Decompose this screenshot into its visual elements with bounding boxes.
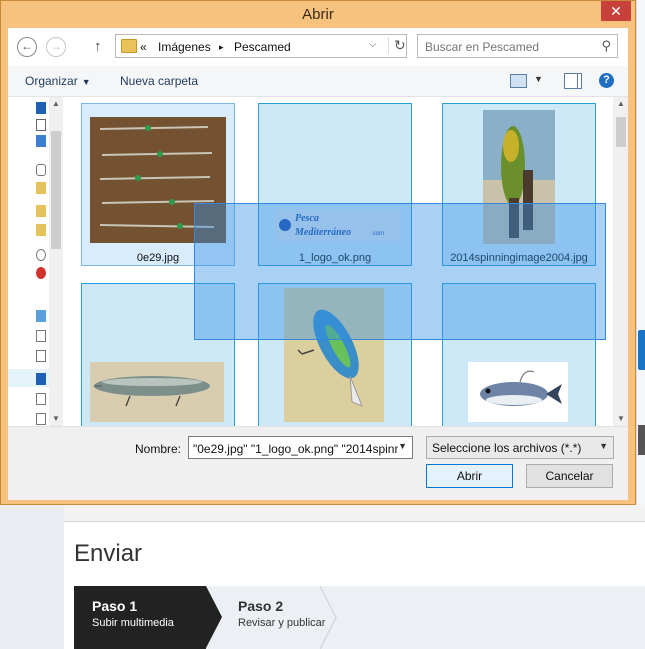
chevron-down-icon[interactable]: ▼	[398, 441, 407, 451]
arrow-left-icon: ←	[21, 39, 33, 53]
key-icon[interactable]	[36, 119, 46, 131]
caret-down-icon: ▼	[81, 77, 91, 87]
step-1-subtitle: Subir multimedia	[92, 617, 174, 629]
view-options-icon[interactable]	[510, 74, 527, 88]
toolbar: Organizar ▼ Nueva carpeta ▼ ?	[8, 66, 628, 97]
dropbox-icon[interactable]	[36, 135, 46, 147]
folder-icon	[121, 39, 137, 53]
document-icon[interactable]	[36, 330, 46, 342]
step-2-chevron	[320, 586, 337, 649]
step-1-title: Paso 1	[92, 598, 138, 614]
search-input[interactable]	[418, 35, 597, 59]
document-icon[interactable]	[36, 413, 46, 425]
step-2-title: Paso 2	[238, 598, 284, 614]
dialog-client-area: ← → ↑ « Imágenes ▸ Pescamed ⌵ ↻ ⚲ Organi…	[8, 28, 628, 500]
dialog-title: Abrir	[302, 6, 334, 23]
new-folder-button[interactable]: Nueva carpeta	[120, 74, 198, 88]
organize-menu[interactable]: Organizar ▼	[25, 74, 91, 88]
breadcrumb-pescamed[interactable]: Pescamed	[234, 40, 291, 54]
file-type-value: Seleccione los archivos (*.*)	[432, 441, 582, 455]
document-icon[interactable]	[36, 393, 46, 405]
scroll-up-icon[interactable]: ▲	[51, 99, 61, 108]
close-button[interactable]: ✕	[601, 1, 631, 21]
open-button[interactable]: Abrir	[426, 464, 513, 488]
preview-pane-icon[interactable]	[564, 73, 582, 89]
arrow-up-icon: ↑	[94, 38, 102, 55]
file-grid: 0e29.jpg Pesca Mediterráneo .com 1_logo_…	[65, 97, 613, 426]
chevron-down-icon[interactable]: ⌵	[369, 39, 377, 50]
swimbait-thumbnail	[468, 362, 568, 422]
search-icon: ⚲	[601, 38, 611, 53]
chevron-down-icon[interactable]: ▼	[599, 441, 608, 451]
scroll-up-icon[interactable]: ▲	[616, 99, 626, 108]
grid-scroll-thumb[interactable]	[616, 117, 626, 147]
grid-scrollbar[interactable]: ▲ ▼	[613, 97, 628, 426]
up-folder-button[interactable]: ↑	[94, 38, 102, 55]
selection-rectangle	[194, 203, 606, 340]
lure-thumbnail	[90, 362, 224, 422]
file-type-select[interactable]: Seleccione los archivos (*.*) ▼	[426, 436, 614, 459]
dialog-bottom-panel: Nombre: ▼ Seleccione los archivos (*.*) …	[8, 426, 628, 500]
background-left-gutter	[0, 505, 64, 649]
refresh-icon[interactable]: ↻	[388, 37, 406, 54]
background-topbar	[64, 505, 645, 522]
organize-label: Organizar	[25, 74, 78, 88]
help-icon[interactable]: ?	[599, 73, 614, 88]
breadcrumb-overflow[interactable]: «	[140, 40, 147, 54]
background-blue-icon	[638, 330, 645, 370]
folder-icon[interactable]	[36, 224, 46, 236]
background-dark-icon	[638, 425, 645, 455]
arrow-right-icon: →	[50, 39, 62, 53]
scroll-down-icon[interactable]: ▼	[616, 414, 626, 423]
cancel-button[interactable]: Cancelar	[526, 464, 613, 488]
filename-input[interactable]	[189, 437, 400, 460]
open-file-dialog: Abrir ✕ ← → ↑ « Imágenes ▸ Pescamed ⌵ ↻ …	[0, 0, 636, 505]
nav-scroll-thumb[interactable]	[51, 131, 61, 249]
drive-icon[interactable]	[36, 164, 46, 176]
scroll-down-icon[interactable]: ▼	[51, 414, 61, 423]
address-bar[interactable]: « Imágenes ▸ Pescamed ⌵ ↻	[115, 34, 407, 58]
folder-icon[interactable]	[36, 205, 46, 217]
breadcrumb-separator-icon[interactable]: ▸	[219, 42, 224, 53]
filename-label: Nombre:	[135, 442, 182, 456]
document-icon[interactable]	[36, 350, 46, 362]
search-box[interactable]: ⚲	[417, 34, 618, 59]
pictures-icon[interactable]	[36, 373, 46, 385]
back-button[interactable]: ←	[17, 37, 37, 57]
dialog-titlebar[interactable]: Abrir ✕	[1, 1, 635, 27]
library-icon[interactable]	[36, 310, 46, 322]
step-1[interactable]: Paso 1 Subir multimedia	[74, 586, 206, 649]
navigation-pane	[8, 97, 50, 426]
step-2-subtitle: Revisar y publicar	[238, 617, 326, 629]
page-title: Enviar	[74, 540, 143, 567]
forward-button[interactable]: →	[46, 37, 66, 57]
breadcrumb-imagenes[interactable]: Imágenes	[158, 40, 211, 54]
view-caret-icon[interactable]: ▼	[534, 74, 543, 84]
blocked-icon[interactable]	[36, 267, 46, 279]
computer-icon[interactable]	[36, 102, 46, 114]
filename-combobox[interactable]: ▼	[188, 436, 413, 460]
folder-icon[interactable]	[36, 182, 46, 194]
network-icon[interactable]	[36, 249, 46, 261]
step-progress: Paso 1 Subir multimedia Paso 2 Revisar y…	[74, 586, 645, 649]
nav-scrollbar[interactable]: ▲ ▼	[49, 97, 63, 426]
